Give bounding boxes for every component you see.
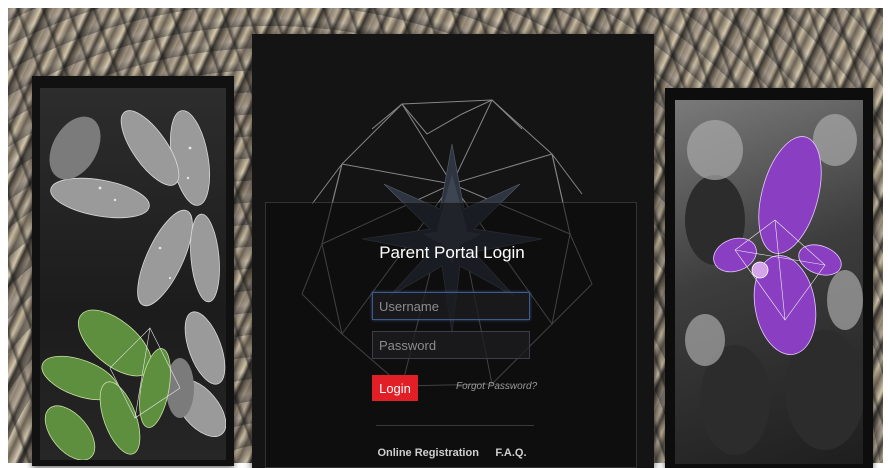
right-orchid-panel [665, 88, 873, 468]
login-title: Parent Portal Login [379, 243, 525, 262]
left-leaf-panel [32, 76, 234, 466]
username-input[interactable] [372, 292, 530, 320]
screen-frame: Parent Portal Login Login Forgot Passwor… [0, 0, 890, 468]
orchid-illustration [685, 114, 863, 455]
orchid-photo [675, 100, 863, 464]
login-button[interactable]: Login [372, 375, 418, 401]
password-input[interactable] [372, 331, 530, 359]
divider [376, 425, 534, 426]
leaf-photo [40, 88, 226, 460]
footer-links: Online Registration F.A.Q. [266, 443, 638, 461]
online-registration-link[interactable]: Online Registration [377, 447, 478, 459]
leaf-illustration [41, 110, 226, 460]
faq-link[interactable]: F.A.Q. [495, 447, 526, 459]
forgot-password-link[interactable]: Forgot Password? [456, 381, 537, 392]
login-form: Parent Portal Login Login Forgot Passwor… [265, 202, 637, 468]
